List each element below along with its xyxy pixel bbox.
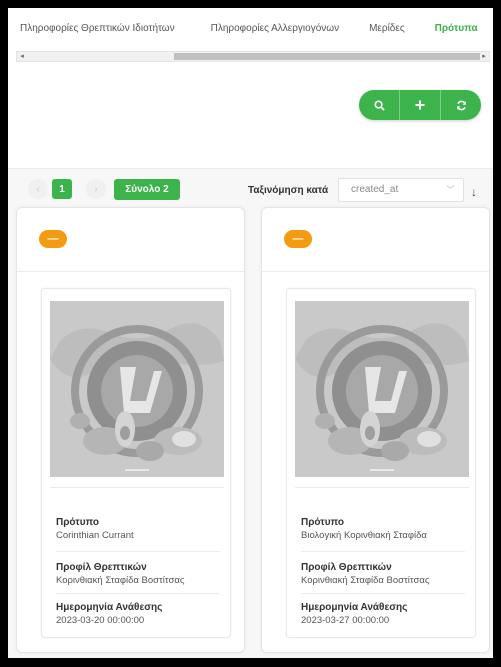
- list-toolbar: ‹ 1 › Σύνολο 2 Ταξινόμηση κατά created_a…: [8, 168, 493, 202]
- arrow-down-icon[interactable]: ↓: [471, 185, 477, 199]
- tab-scrollbar[interactable]: ◂ ▸: [16, 51, 490, 62]
- tab-bar: Πληροφορίες Θρεπτικών Ιδιοτήτων Πληροφορ…: [8, 8, 493, 48]
- field-label: Ημερομηνία Ανάθεσης: [56, 602, 163, 613]
- total-count-badge: Σύνολο 2: [114, 179, 180, 200]
- app-frame: Πληροφορίες Θρεπτικών Ιδιοτήτων Πληροφορ…: [8, 8, 493, 658]
- page-number-button[interactable]: 1: [52, 179, 72, 199]
- refresh-button[interactable]: [440, 90, 481, 120]
- field-value: 2023-03-20 00:00:00: [56, 615, 145, 626]
- card-header: —: [262, 208, 489, 272]
- assignment-date-field: Ημερομηνία Ανάθεσης 2023-03-20 00:00:00: [56, 602, 220, 626]
- field-label: Πρότυπο: [301, 517, 345, 528]
- field-label: Πρότυπο: [56, 517, 100, 528]
- chevron-down-icon: ﹀: [445, 185, 455, 195]
- search-icon: [373, 99, 385, 111]
- prev-page-button[interactable]: ‹: [28, 179, 48, 199]
- scroll-left-icon[interactable]: ◂: [17, 51, 27, 62]
- tab-allergen-info[interactable]: Πληροφορίες Αλλεργιογόνων: [175, 23, 339, 34]
- template-image: [50, 301, 224, 477]
- template-field: Πρότυπο Βιολογική Κορινθιακή Σταφίδα: [301, 517, 465, 541]
- template-item: Πρότυπο Βιολογική Κορινθιακή Σταφίδα Προ…: [286, 288, 476, 638]
- field-value: Κορινθιακή Σταφίδα Βοστίτσας: [301, 575, 430, 586]
- plus-icon: [415, 100, 425, 110]
- card-header: —: [17, 208, 244, 272]
- divider: [56, 551, 220, 552]
- assignment-date-field: Ημερομηνία Ανάθεσης 2023-03-27 00:00:00: [301, 602, 465, 626]
- tab-nutrition-info[interactable]: Πληροφορίες Θρεπτικών Ιδιοτήτων: [8, 23, 175, 34]
- field-value: 2023-03-27 00:00:00: [301, 615, 390, 626]
- divider: [50, 487, 224, 488]
- template-card: —: [16, 207, 245, 653]
- field-value: Κορινθιακή Σταφίδα Βοστίτσας: [56, 575, 185, 586]
- template-item: Πρότυπο Corinthian Currant Προφίλ Θρεπτι…: [41, 288, 231, 638]
- field-label: Προφίλ Θρεπτικών: [56, 562, 147, 573]
- divider: [56, 593, 220, 594]
- divider: [301, 551, 465, 552]
- refresh-icon: [456, 100, 466, 110]
- divider: [295, 487, 469, 488]
- scrollbar-thumb[interactable]: [174, 53, 480, 60]
- tab-portions[interactable]: Μερίδες: [339, 23, 405, 34]
- collapse-button[interactable]: —: [284, 230, 312, 248]
- add-button[interactable]: [399, 90, 440, 120]
- scroll-right-icon[interactable]: ▸: [479, 51, 489, 62]
- sort-selected-value: created_at: [351, 184, 399, 195]
- template-image: [295, 301, 469, 477]
- sort-select[interactable]: created_at ﹀: [338, 178, 464, 202]
- nutrition-profile-field: Προφίλ Θρεπτικών Κορινθιακή Σταφίδα Βοστ…: [56, 562, 220, 586]
- next-page-button[interactable]: ›: [86, 179, 106, 199]
- field-value: Βιολογική Κορινθιακή Σταφίδα: [301, 530, 427, 541]
- tab-templates[interactable]: Πρότυπα: [405, 23, 478, 34]
- sort-label: Ταξινόμηση κατά: [248, 185, 329, 196]
- field-label: Ημερομηνία Ανάθεσης: [301, 602, 408, 613]
- search-button[interactable]: [359, 90, 399, 120]
- divider: [301, 593, 465, 594]
- template-card: —: [261, 207, 490, 653]
- template-field: Πρότυπο Corinthian Currant: [56, 517, 220, 541]
- nutrition-profile-field: Προφίλ Θρεπτικών Κορινθιακή Σταφίδα Βοστ…: [301, 562, 465, 586]
- action-button-group: [359, 90, 481, 120]
- field-value: Corinthian Currant: [56, 530, 134, 541]
- field-label: Προφίλ Θρεπτικών: [301, 562, 392, 573]
- collapse-button[interactable]: —: [39, 230, 67, 248]
